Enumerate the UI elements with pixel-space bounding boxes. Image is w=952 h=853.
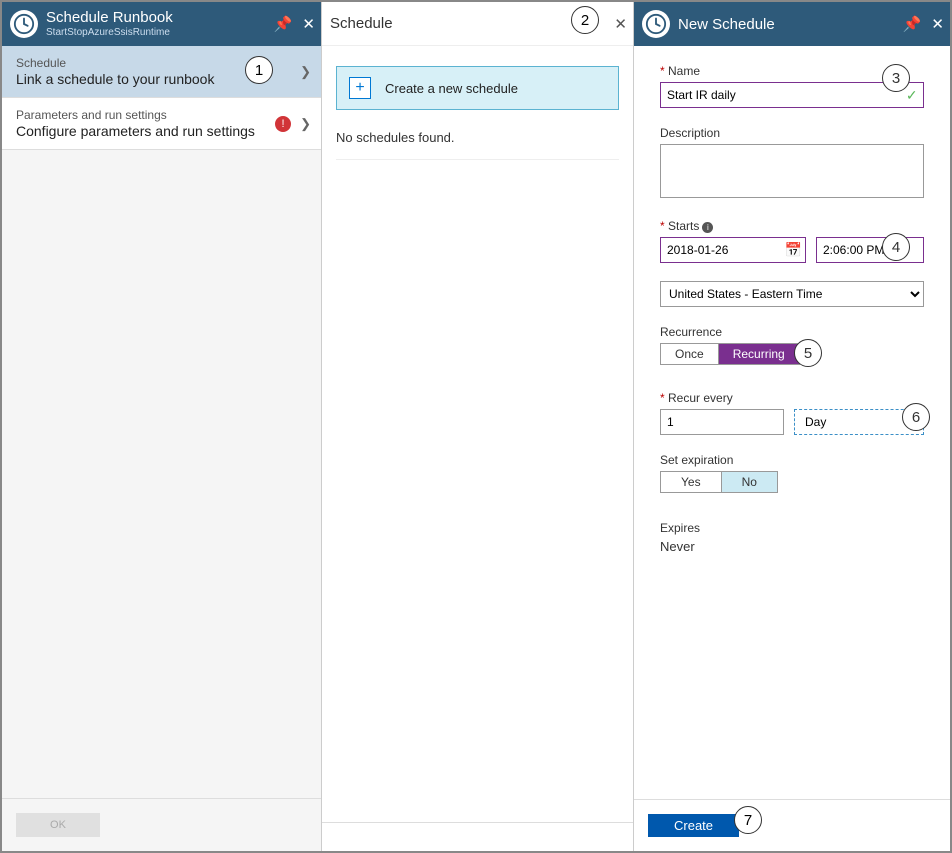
- clock-icon: [642, 10, 670, 38]
- nav-params-small: Parameters and run settings: [16, 108, 307, 122]
- expires-value: Never: [660, 539, 924, 554]
- panel-schedule: Schedule ✕ + Create a new schedule 2 No …: [322, 2, 634, 851]
- chevron-right-icon: ❯: [300, 116, 311, 132]
- recurrence-toggle: Once Recurring: [660, 343, 800, 365]
- nav-schedule-large: Link a schedule to your runbook: [16, 71, 307, 87]
- no-schedules-text: No schedules found.: [336, 130, 619, 160]
- nav-params-large: Configure parameters and run settings: [16, 123, 307, 139]
- recur-number-input[interactable]: [660, 409, 784, 435]
- recurrence-once[interactable]: Once: [661, 344, 718, 364]
- panel3-title: New Schedule: [678, 16, 775, 33]
- panel1-subtitle: StartStopAzureSsisRuntime: [46, 27, 173, 38]
- nav-schedule[interactable]: Schedule Link a schedule to your runbook…: [2, 46, 321, 98]
- description-label: Description: [660, 126, 924, 140]
- panel2-footer: [322, 822, 633, 851]
- panel1-header: Schedule Runbook StartStopAzureSsisRunti…: [2, 2, 321, 46]
- panel2-title: Schedule: [330, 15, 393, 32]
- nav-schedule-small: Schedule: [16, 56, 307, 70]
- ok-button: OK: [16, 813, 100, 837]
- name-input[interactable]: [660, 82, 900, 108]
- panel2-header: Schedule ✕: [322, 2, 633, 46]
- starts-label: Startsi: [660, 219, 924, 233]
- create-schedule-button[interactable]: + Create a new schedule 2: [336, 66, 619, 110]
- name-label: Name: [660, 64, 924, 78]
- plus-icon: +: [349, 77, 371, 99]
- panel-schedule-runbook: Schedule Runbook StartStopAzureSsisRunti…: [2, 2, 322, 851]
- expires-label: Expires: [660, 521, 924, 535]
- create-button[interactable]: Create: [648, 814, 739, 837]
- description-input[interactable]: [660, 144, 924, 198]
- expiration-no[interactable]: No: [721, 472, 777, 492]
- panel3-footer: Create 7: [634, 799, 950, 851]
- start-time-input[interactable]: [816, 237, 924, 263]
- nav-parameters[interactable]: Parameters and run settings Configure pa…: [2, 98, 321, 150]
- close-icon[interactable]: ✕: [931, 15, 944, 33]
- set-expiration-label: Set expiration: [660, 453, 924, 467]
- panel1-footer: OK: [2, 798, 321, 851]
- checkmark-icon: ✓: [900, 82, 924, 108]
- recur-unit-select[interactable]: Day: [794, 409, 924, 435]
- new-schedule-form: Name ✓ 3 Description Startsi 📅: [634, 46, 950, 590]
- recur-every-label: Recur every: [660, 391, 924, 405]
- panel1-title: Schedule Runbook: [46, 10, 173, 27]
- recurrence-recurring[interactable]: Recurring: [718, 344, 799, 364]
- start-date-input[interactable]: [660, 237, 806, 263]
- panel-new-schedule: New Schedule 📌 ✕ Name ✓ 3 Description St: [634, 2, 950, 851]
- panel3-header: New Schedule 📌 ✕: [634, 2, 950, 46]
- timezone-select[interactable]: United States - Eastern Time: [660, 281, 924, 307]
- clock-icon: [10, 10, 38, 38]
- create-schedule-label: Create a new schedule: [385, 81, 518, 96]
- expiration-yes[interactable]: Yes: [661, 472, 721, 492]
- close-icon[interactable]: ✕: [302, 15, 315, 33]
- info-icon[interactable]: i: [702, 222, 713, 233]
- recurrence-label: Recurrence: [660, 325, 924, 339]
- chevron-right-icon: ❯: [300, 64, 311, 80]
- expiration-toggle: Yes No: [660, 471, 778, 493]
- pin-icon[interactable]: 📌: [903, 15, 922, 33]
- close-icon[interactable]: ✕: [614, 15, 627, 33]
- pin-icon[interactable]: 📌: [274, 15, 293, 33]
- alert-icon: !: [275, 116, 291, 132]
